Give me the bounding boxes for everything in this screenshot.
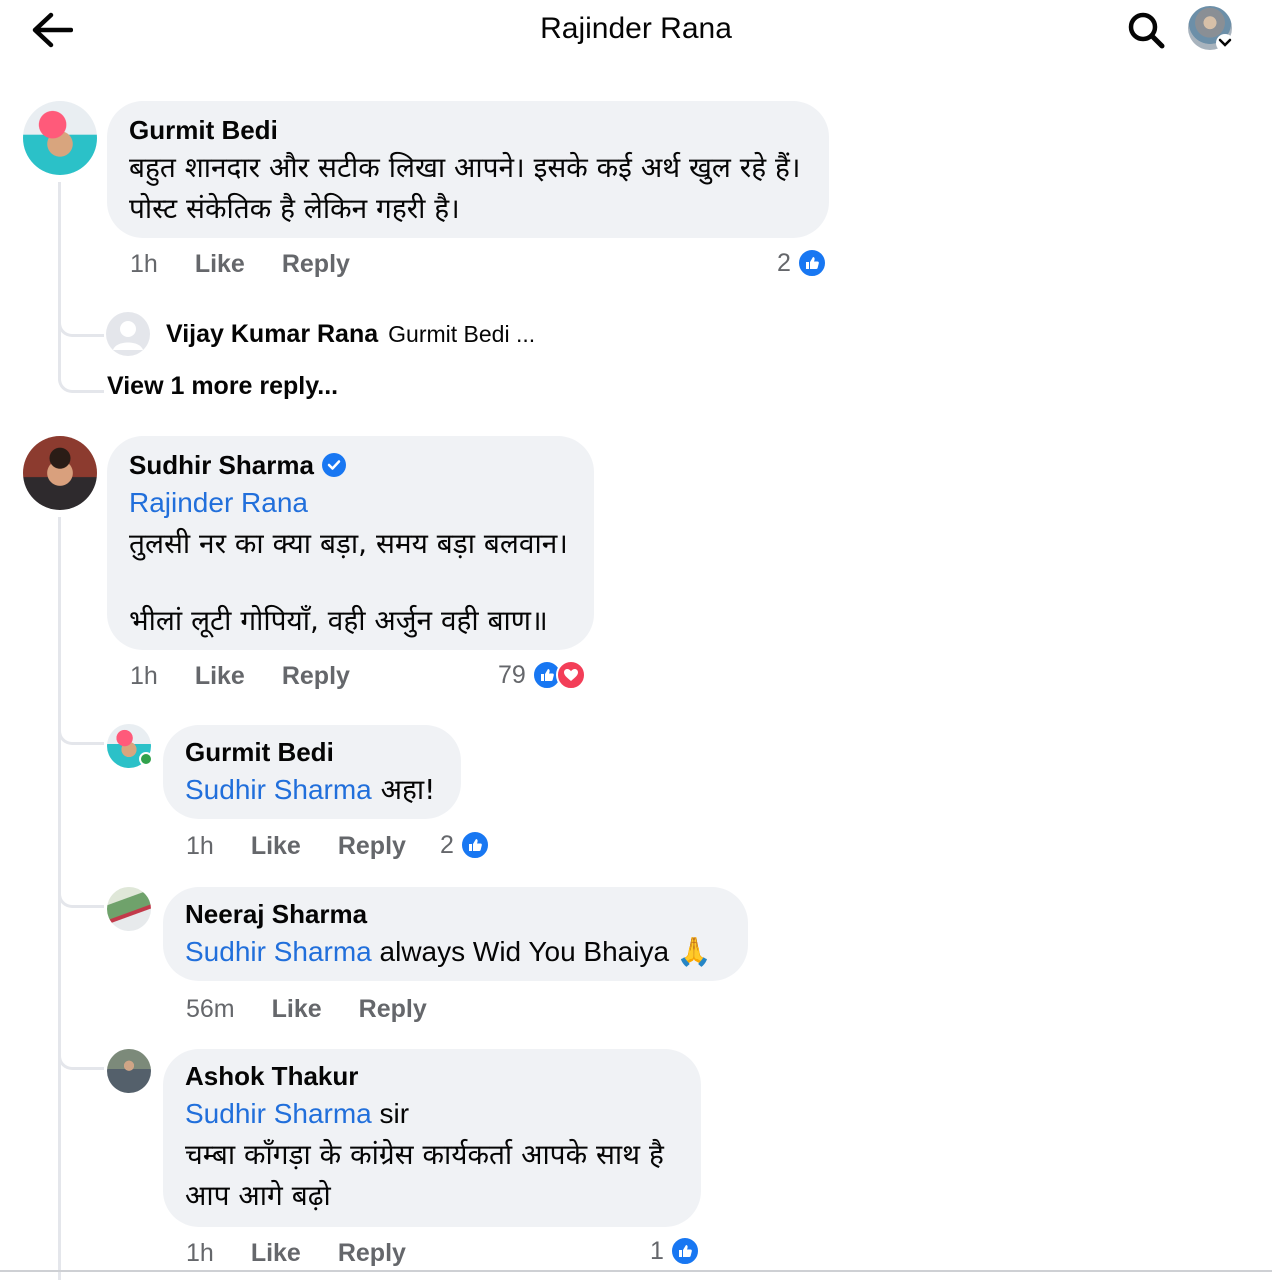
reaction-count: 79 xyxy=(498,660,526,689)
reply-text: अहा! xyxy=(371,773,436,806)
comment-bubble: Gurmit Bedi बहुत शानदार और सटीक लिखा आपन… xyxy=(107,101,829,238)
comment-actions: 1h Like Reply xyxy=(130,662,387,691)
mention-link[interactable]: Sudhir Sharma xyxy=(185,936,372,967)
mention-link[interactable]: Sudhir Sharma xyxy=(185,1098,372,1129)
search-button[interactable] xyxy=(1122,6,1170,54)
reply-bubble: Gurmit Bedi Sudhir Sharma अहा! xyxy=(163,725,461,819)
profile-switcher[interactable] xyxy=(1188,6,1236,54)
reply-text: आप आगे बढ़ो xyxy=(185,1179,331,1212)
reply-text: चम्बा काँगड़ा के कांग्रेस कार्यकर्ता आपक… xyxy=(185,1138,664,1171)
reaction-summary[interactable]: 79 xyxy=(498,660,586,690)
thumbs-up-icon xyxy=(669,1236,700,1266)
comment-text: पोस्ट संकेतिक है लेकिन गहरी है। xyxy=(129,192,460,225)
thread-branch xyxy=(58,337,104,393)
comment-text: तुलसी नर का क्या बड़ा, समय बड़ा बलवान। xyxy=(129,527,568,560)
avatar[interactable] xyxy=(23,101,97,175)
reply-time[interactable]: 1h xyxy=(186,832,214,861)
reaction-summary[interactable]: 1 xyxy=(650,1236,700,1266)
comment-bubble: Sudhir Sharma Rajinder Rana तुलसी नर का … xyxy=(107,436,594,650)
reply-text: always Wid You Bhaiya 🙏 xyxy=(371,936,712,967)
reply-actions: 56m Like Reply xyxy=(186,995,464,1024)
page-title: Rajinder Rana xyxy=(540,12,732,45)
reply-button[interactable]: Reply xyxy=(282,662,350,691)
thumbs-up-icon xyxy=(459,830,490,860)
reply-button[interactable]: Reply xyxy=(338,1239,406,1268)
comment-actions: 1h Like Reply xyxy=(130,250,387,279)
reply-bubble: Ashok Thakur Sudhir Sharma sir चम्बा काँ… xyxy=(163,1049,701,1227)
reaction-count: 1 xyxy=(650,1236,664,1265)
reaction-summary[interactable]: 2 xyxy=(777,248,827,278)
thread-branch xyxy=(58,300,104,337)
divider xyxy=(0,1270,1272,1272)
reply-author: Vijay Kumar Rana xyxy=(166,319,379,348)
reply-button[interactable]: Reply xyxy=(338,832,406,861)
comment-time[interactable]: 1h xyxy=(130,662,158,691)
comment-text: बहुत शानदार और सटीक लिखा आपने। इसके कई अ… xyxy=(129,151,801,184)
reaction-count: 2 xyxy=(440,830,454,859)
comment-time[interactable]: 1h xyxy=(130,250,158,279)
reply-time[interactable]: 1h xyxy=(186,1239,214,1268)
like-button[interactable]: Like xyxy=(251,1239,301,1268)
reply-actions: 1h Like Reply xyxy=(186,832,443,861)
top-bar: Rajinder Rana xyxy=(0,0,1272,60)
author-name[interactable]: Sudhir Sharma xyxy=(129,448,314,482)
like-button[interactable]: Like xyxy=(195,662,245,691)
comment-author[interactable]: Gurmit Bedi xyxy=(129,113,807,147)
mention-link[interactable]: Sudhir Sharma xyxy=(185,774,372,805)
reply-button[interactable]: Reply xyxy=(359,995,427,1024)
thumbs-up-icon xyxy=(796,248,827,278)
reaction-count: 2 xyxy=(777,248,791,277)
reply-preview[interactable]: Vijay Kumar Rana Gurmit Bedi ... xyxy=(106,312,535,356)
reply-snippet: Gurmit Bedi ... xyxy=(388,320,536,347)
reply-author[interactable]: Gurmit Bedi xyxy=(185,735,439,769)
avatar[interactable] xyxy=(107,1049,151,1093)
avatar[interactable] xyxy=(107,887,151,931)
comment-author[interactable]: Sudhir Sharma xyxy=(129,448,572,482)
avatar[interactable] xyxy=(23,436,97,510)
chevron-down-icon xyxy=(1216,34,1234,52)
avatar xyxy=(106,312,150,356)
thread-branch xyxy=(58,1028,104,1070)
default-user-icon xyxy=(107,313,149,355)
view-more-replies[interactable]: View 1 more reply... xyxy=(107,372,338,401)
like-button[interactable]: Like xyxy=(251,832,301,861)
heart-icon xyxy=(555,660,586,690)
verified-badge-icon xyxy=(321,453,346,477)
like-button[interactable]: Like xyxy=(195,250,245,279)
reply-text: sir xyxy=(371,1098,410,1129)
reply-bubble: Neeraj Sharma Sudhir Sharma always Wid Y… xyxy=(163,887,748,981)
reply-actions: 1h Like Reply xyxy=(186,1239,443,1268)
thread-branch xyxy=(58,866,104,908)
mention-link[interactable]: Rajinder Rana xyxy=(129,482,572,523)
reply-button[interactable]: Reply xyxy=(282,250,350,279)
thread-branch xyxy=(58,705,104,745)
online-status-dot xyxy=(139,752,153,766)
reaction-summary[interactable]: 2 xyxy=(440,830,490,860)
comment-text: भीलां लूटी गोपियाँ, वही अर्जुन वही बाण॥ xyxy=(129,604,548,637)
reply-author[interactable]: Ashok Thakur xyxy=(185,1059,679,1093)
like-button[interactable]: Like xyxy=(272,995,322,1024)
search-icon xyxy=(1128,12,1165,49)
reply-author[interactable]: Neeraj Sharma xyxy=(185,897,726,931)
reply-time[interactable]: 56m xyxy=(186,995,235,1024)
